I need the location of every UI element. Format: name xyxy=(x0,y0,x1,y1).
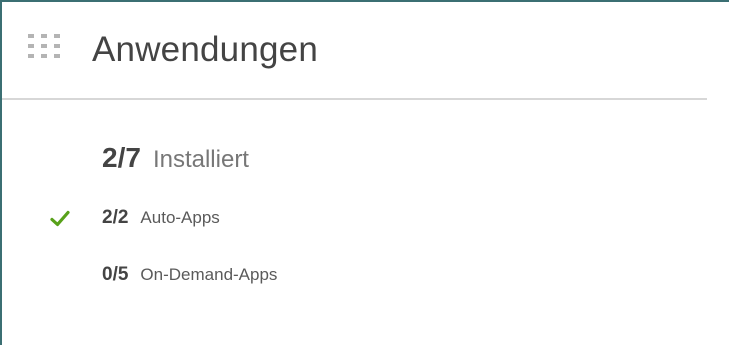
applications-panel: Anwendungen 2/7 Installiert 2/2 Auto-App… xyxy=(0,0,729,345)
auto-apps-count: 2/2 xyxy=(102,207,129,228)
check-icon xyxy=(50,210,70,227)
auto-apps-label: Auto-Apps xyxy=(140,208,220,227)
on-demand-apps-count: 0/5 xyxy=(102,264,129,285)
auto-apps-row: 2/2 Auto-Apps xyxy=(102,207,220,229)
installed-summary: 2/7 Installiert xyxy=(102,142,249,174)
on-demand-apps-row: 0/5 On-Demand-Apps xyxy=(102,264,277,286)
on-demand-apps-label: On-Demand-Apps xyxy=(140,265,278,284)
installed-count: 2/7 xyxy=(102,142,141,173)
installed-label: Installiert xyxy=(152,146,249,173)
application-stats: 2/7 Installiert 2/2 Auto-Apps 0/5 On-Dem… xyxy=(2,2,729,345)
